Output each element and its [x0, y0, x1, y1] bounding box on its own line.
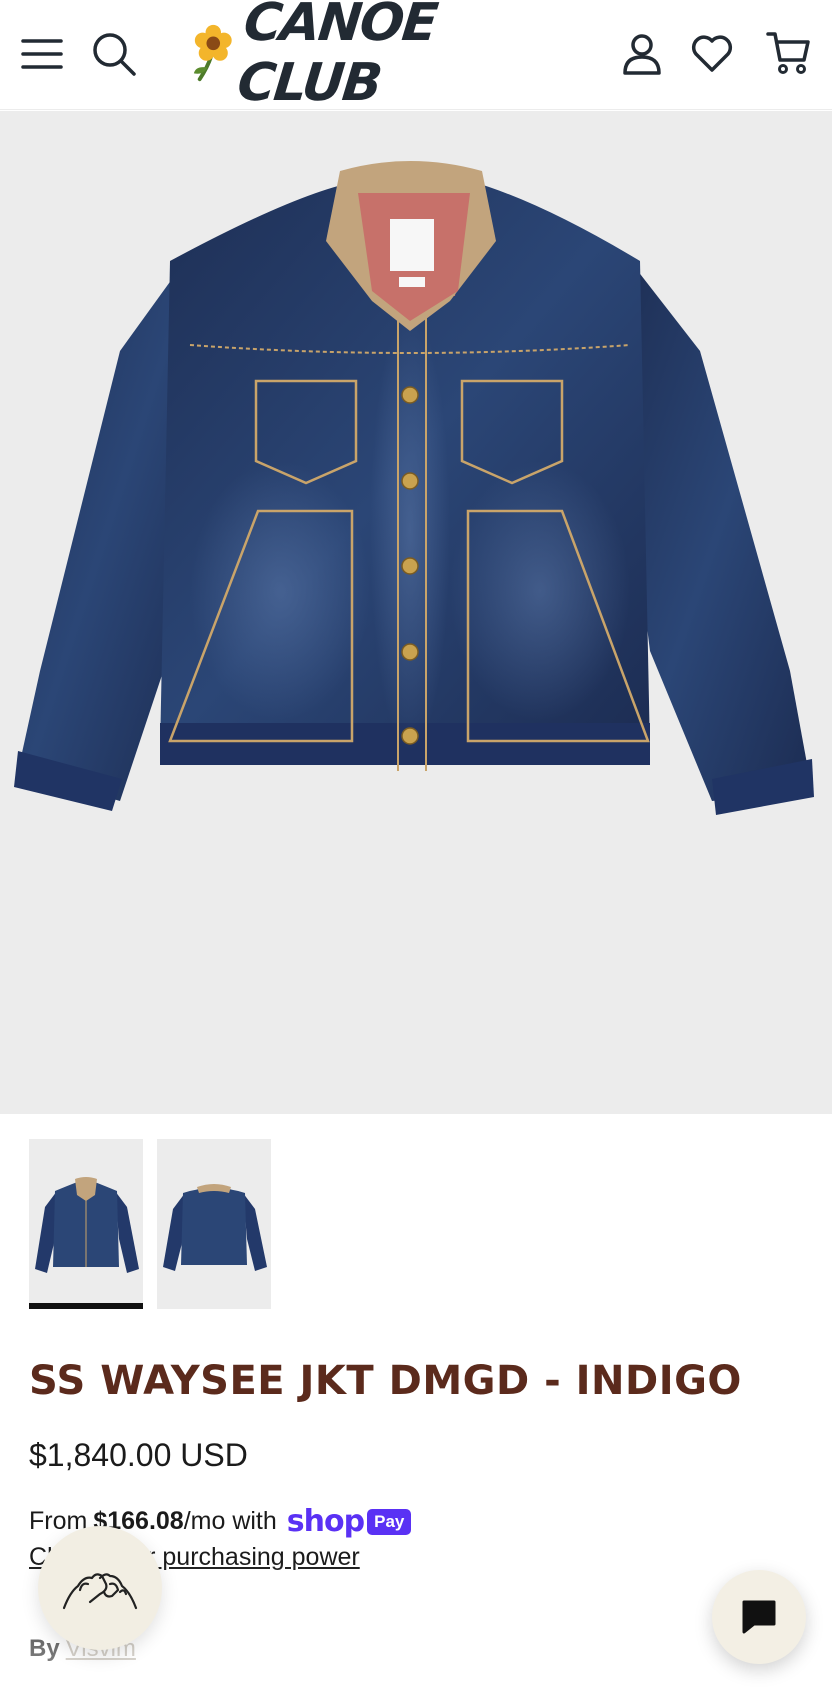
chat-button[interactable]	[712, 1570, 806, 1664]
thumbnail-selected-indicator	[29, 1303, 143, 1309]
account-button[interactable]	[616, 28, 668, 80]
shop-pay-logo: shop	[286, 1504, 365, 1539]
store-logo[interactable]: CANOE CLUB	[190, 0, 580, 113]
chat-bubble-icon	[742, 1600, 776, 1634]
heart-icon	[691, 35, 733, 72]
logo-text: CANOE CLUB	[234, 0, 439, 113]
cart-icon	[766, 32, 810, 74]
search-icon	[93, 33, 136, 76]
installment-suffix: /mo with	[183, 1507, 277, 1535]
shop-pay-badge: Pay	[367, 1508, 412, 1535]
menu-button[interactable]	[18, 30, 66, 78]
menu-icon	[21, 39, 63, 69]
account-icon	[623, 34, 661, 75]
search-button[interactable]	[88, 28, 140, 80]
site-header: CANOE CLUB	[0, 0, 832, 113]
product-price: $1,840.00 USD	[29, 1437, 248, 1473]
thumbnail-front[interactable]	[29, 1139, 143, 1309]
product-title: SS WAYSEE JKT DMGD - INDIGO	[29, 1358, 742, 1404]
thumbnail-back[interactable]	[157, 1139, 271, 1309]
cart-button[interactable]	[762, 26, 816, 80]
product-main-image[interactable]	[0, 111, 832, 1114]
flower-icon	[193, 24, 232, 82]
pinky-promise-hands-icon	[62, 1573, 138, 1610]
accessibility-button[interactable]	[38, 1526, 162, 1650]
thumbnail-front-image	[35, 1177, 139, 1273]
denim-jacket-image	[14, 161, 814, 815]
by-label: By	[29, 1635, 60, 1662]
wishlist-button[interactable]	[686, 28, 738, 80]
thumbnail-back-image	[163, 1184, 267, 1271]
